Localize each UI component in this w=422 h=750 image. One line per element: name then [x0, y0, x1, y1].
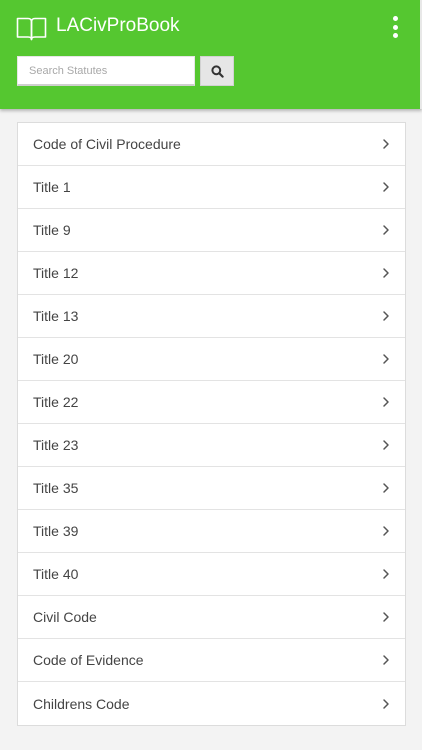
list-item-label: Civil Code: [33, 609, 97, 625]
list-item-label: Title 1: [33, 179, 71, 195]
more-options-button[interactable]: [388, 14, 402, 40]
list-item-label: Childrens Code: [33, 695, 130, 712]
chevron-right-icon: [383, 698, 389, 709]
more-vertical-icon: [392, 16, 398, 21]
chevron-right-icon: [383, 268, 389, 278]
app-title: LACivProBook: [56, 15, 180, 36]
list-item[interactable]: Title 40: [18, 553, 405, 596]
chevron-right-icon: [383, 526, 389, 536]
list-item[interactable]: Code of Evidence: [18, 639, 405, 682]
chevron-right-icon: [383, 225, 389, 235]
chevron-right-icon: [383, 311, 389, 321]
chevron-right-icon: [383, 569, 389, 579]
chevron-right-icon: [383, 397, 389, 407]
chevron-right-icon: [383, 483, 389, 493]
list-item-label: Title 13: [33, 308, 79, 324]
list-item[interactable]: Civil Code: [18, 596, 405, 639]
list-item-label: Code of Evidence: [33, 652, 144, 668]
statute-list: Code of Civil Procedure Title 1 Title 9 Tit…: [17, 122, 406, 726]
list-item[interactable]: Code of Civil Procedure: [18, 123, 405, 166]
chevron-right-icon: [383, 354, 389, 364]
list-item[interactable]: Title 35: [18, 467, 405, 510]
app-bar: LACivProBook: [0, 0, 422, 109]
more-vertical-icon-dot: [392, 24, 398, 30]
list-item[interactable]: Childrens Code: [18, 682, 405, 725]
chevron-right-icon: [383, 182, 389, 192]
search-button[interactable]: [200, 56, 234, 86]
list-item[interactable]: Title 13: [18, 295, 405, 338]
list-item[interactable]: Title 1: [18, 166, 405, 209]
chevron-right-icon: [383, 655, 389, 665]
list-item-label: Code of Civil Procedure: [33, 136, 181, 152]
list-item[interactable]: Title 20: [18, 338, 405, 381]
list-item-label: Title 22: [33, 394, 79, 410]
open-book-icon: [16, 17, 47, 41]
list-item-label: Title 20: [33, 351, 79, 367]
list-item[interactable]: Title 22: [18, 381, 405, 424]
chevron-right-icon: [383, 612, 389, 622]
list-item-label: Title 9: [33, 222, 71, 238]
more-vertical-icon-dot: [392, 33, 398, 38]
chevron-right-icon: [383, 139, 389, 149]
search-input[interactable]: [17, 56, 195, 86]
list-item[interactable]: Title 39: [18, 510, 405, 553]
list-item-label: Title 35: [33, 480, 79, 496]
list-item-label: Title 40: [33, 566, 79, 582]
search-icon: [210, 64, 224, 78]
list-item[interactable]: Title 9: [18, 209, 405, 252]
list-item-label: Title 39: [33, 523, 79, 539]
list-item-label: Title 12: [33, 265, 79, 281]
chevron-right-icon: [383, 440, 389, 450]
list-item[interactable]: Title 12: [18, 252, 405, 295]
list-item[interactable]: Title 23: [18, 424, 405, 467]
list-item-label: Title 23: [33, 437, 79, 453]
